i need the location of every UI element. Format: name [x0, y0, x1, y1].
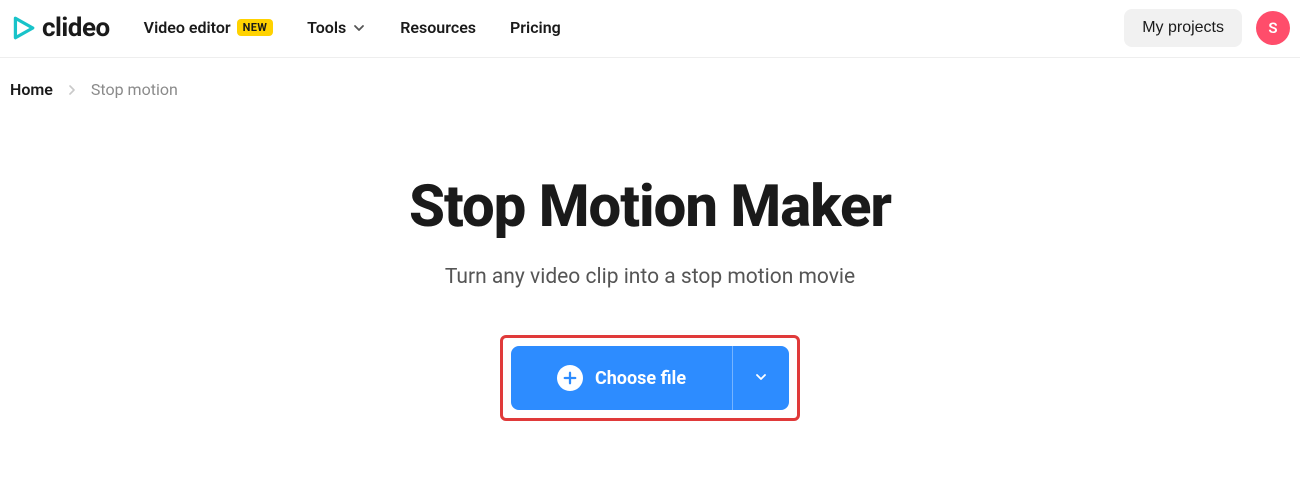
logo-play-icon — [10, 15, 36, 41]
breadcrumb-home[interactable]: Home — [10, 80, 53, 99]
choose-file-label: Choose file — [595, 368, 686, 389]
badge-new: NEW — [237, 19, 273, 36]
choose-file-button[interactable]: Choose file — [511, 346, 733, 410]
choose-file-highlight: Choose file — [500, 335, 800, 421]
header-bar: clideo Video editor NEW Tools Resources … — [0, 0, 1300, 58]
nav-tools-label: Tools — [307, 18, 346, 37]
hero: Stop Motion Maker Turn any video clip in… — [0, 173, 1300, 421]
page-subtitle: Turn any video clip into a stop motion m… — [0, 265, 1300, 289]
nav-tools[interactable]: Tools — [307, 18, 366, 37]
nav-video-editor-label: Video editor — [144, 18, 231, 37]
chevron-down-icon — [352, 21, 366, 35]
nav-right: My projects S — [1124, 9, 1290, 47]
avatar[interactable]: S — [1256, 11, 1290, 45]
nav-video-editor[interactable]: Video editor NEW — [144, 18, 273, 37]
nav-resources-label: Resources — [400, 18, 476, 37]
chevron-right-icon — [67, 85, 77, 95]
nav-pricing[interactable]: Pricing — [510, 18, 561, 37]
nav-left: clideo Video editor NEW Tools Resources … — [10, 13, 561, 43]
nav-resources[interactable]: Resources — [400, 18, 476, 37]
logo[interactable]: clideo — [10, 13, 110, 43]
page-title: Stop Motion Maker — [0, 173, 1300, 241]
nav-pricing-label: Pricing — [510, 18, 561, 37]
breadcrumb: Home Stop motion — [0, 58, 1300, 99]
chevron-down-icon — [754, 369, 768, 388]
my-projects-button[interactable]: My projects — [1124, 9, 1242, 47]
breadcrumb-current: Stop motion — [91, 80, 178, 99]
logo-text: clideo — [42, 13, 110, 43]
choose-file-dropdown[interactable] — [733, 346, 789, 410]
choose-file-button-group: Choose file — [511, 346, 789, 410]
plus-icon — [557, 365, 583, 391]
